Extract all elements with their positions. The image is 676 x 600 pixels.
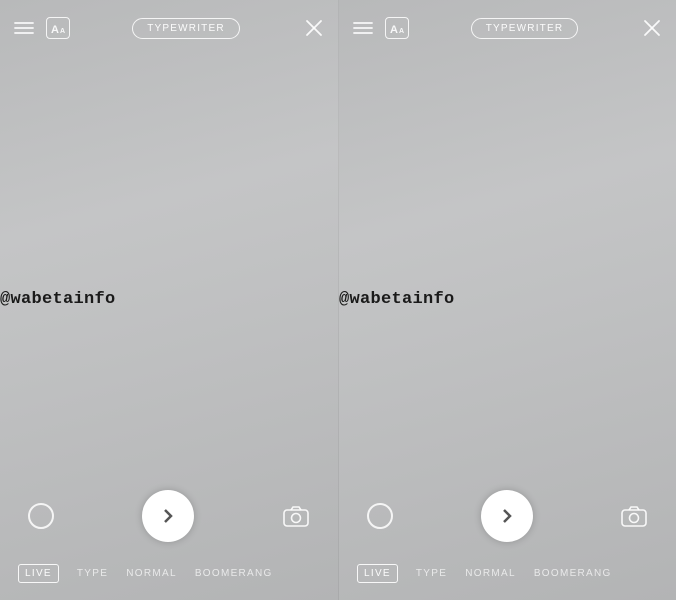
close-icon[interactable]: [302, 16, 326, 40]
story-create-panel-left: AA TYPEWRITER @wabetainfo LIVE TYPE NORM…: [0, 0, 338, 600]
bottom-controls: [339, 486, 676, 546]
font-size-icon[interactable]: AA: [46, 17, 70, 39]
gallery-button[interactable]: [28, 503, 54, 529]
mode-live[interactable]: LIVE: [18, 564, 59, 583]
story-create-panel-right: AA TYPEWRITER @wabetainfo LIVE TYPE NORM…: [338, 0, 676, 600]
top-bar: AA TYPEWRITER: [339, 10, 676, 46]
camera-icon[interactable]: [282, 504, 310, 528]
next-button[interactable]: [142, 490, 194, 542]
mode-live[interactable]: LIVE: [357, 564, 398, 583]
font-style-button[interactable]: TYPEWRITER: [132, 18, 240, 39]
chevron-right-icon: [158, 506, 178, 526]
chevron-right-icon: [497, 506, 517, 526]
gallery-button[interactable]: [367, 503, 393, 529]
mode-boomerang[interactable]: BOOMERANG: [195, 568, 273, 579]
mode-type[interactable]: TYPE: [77, 568, 108, 579]
mode-normal[interactable]: NORMAL: [126, 568, 177, 579]
mode-type[interactable]: TYPE: [416, 568, 447, 579]
mode-normal[interactable]: NORMAL: [465, 568, 516, 579]
camera-icon[interactable]: [620, 504, 648, 528]
menu-icon[interactable]: [12, 16, 36, 40]
watermark-text: @wabetainfo: [0, 290, 116, 309]
font-size-icon[interactable]: AA: [385, 17, 409, 39]
next-button[interactable]: [481, 490, 533, 542]
mode-boomerang[interactable]: BOOMERANG: [534, 568, 612, 579]
capture-mode-strip[interactable]: LIVE TYPE NORMAL BOOMERANG: [339, 560, 676, 586]
capture-mode-strip[interactable]: LIVE TYPE NORMAL BOOMERANG: [0, 560, 338, 586]
top-bar: AA TYPEWRITER: [0, 10, 338, 46]
bottom-controls: [0, 486, 338, 546]
close-icon[interactable]: [640, 16, 664, 40]
watermark-text: @wabetainfo: [339, 290, 455, 309]
font-style-button[interactable]: TYPEWRITER: [471, 18, 579, 39]
menu-icon[interactable]: [351, 16, 375, 40]
